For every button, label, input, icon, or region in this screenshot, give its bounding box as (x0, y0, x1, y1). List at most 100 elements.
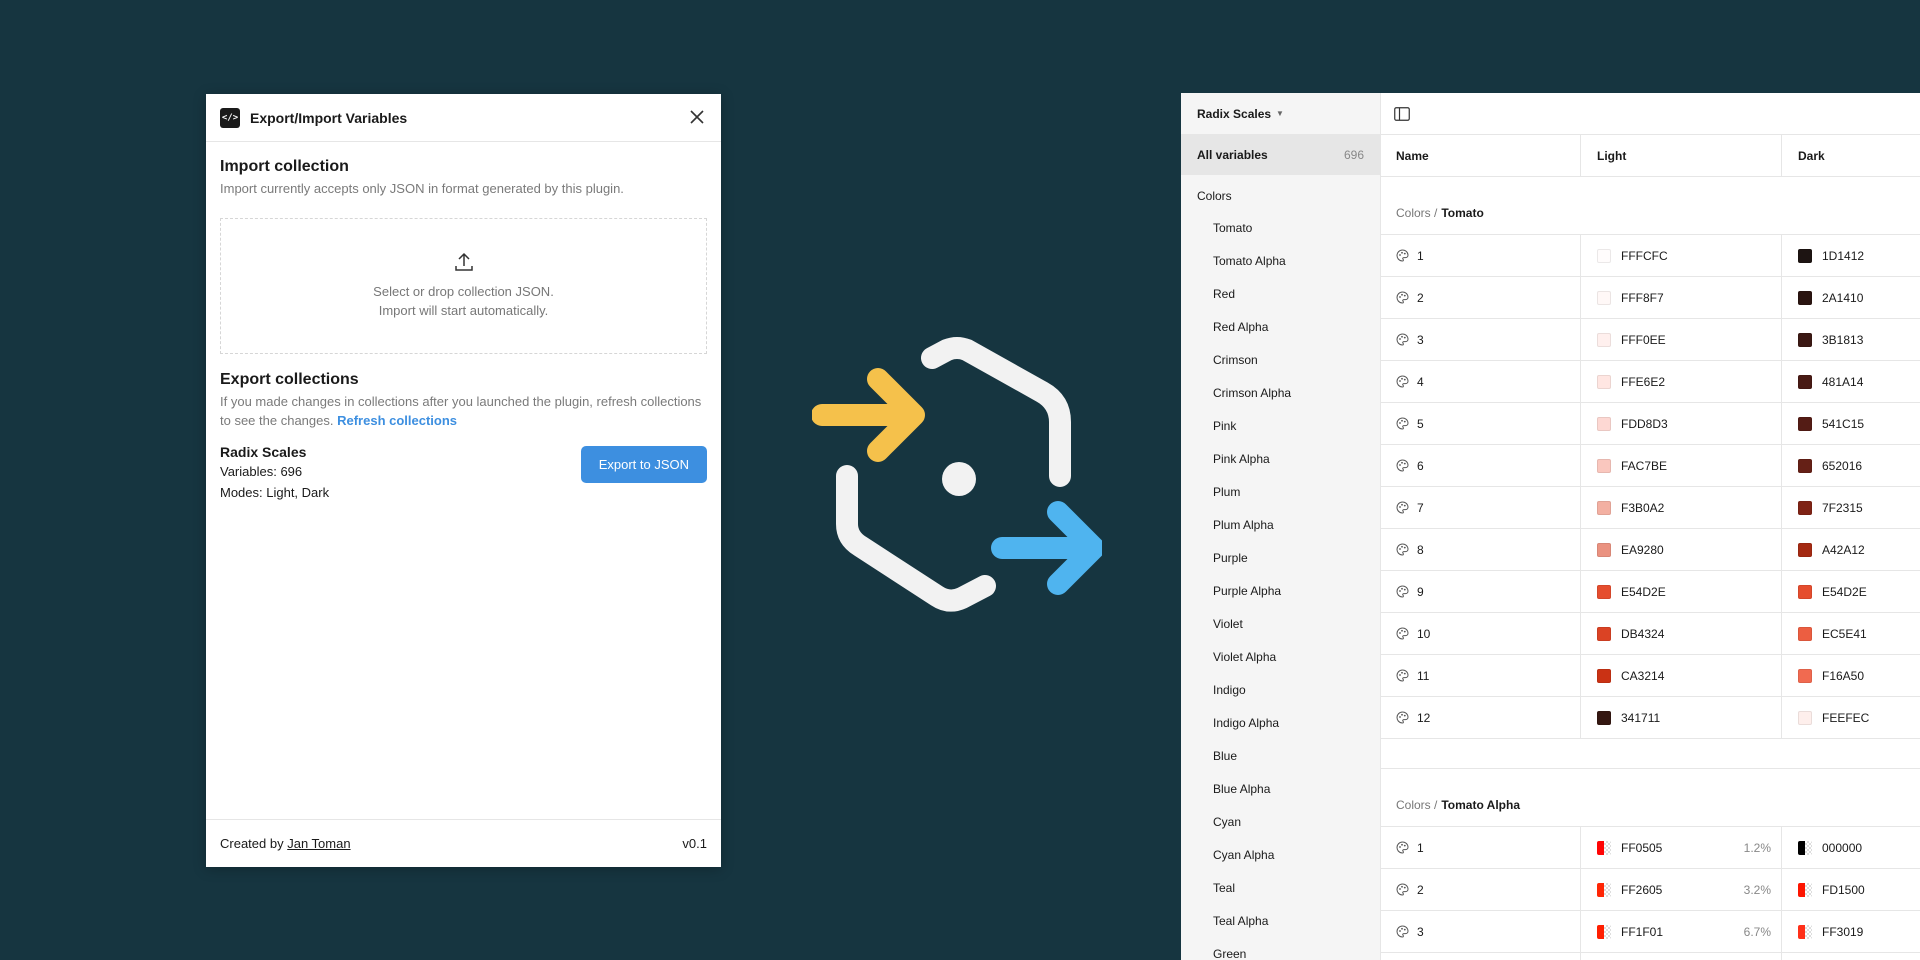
table-row[interactable]: 7 F3B0A2 7F2315 (1380, 487, 1920, 529)
light-value-cell[interactable]: FFF0EE (1581, 319, 1782, 360)
table-row[interactable]: 1 FFFCFC 1D1412 (1380, 235, 1920, 277)
sidebar-group-item[interactable]: Red Alpha (1181, 311, 1380, 344)
sidebar-group-item[interactable]: Pink Alpha (1181, 443, 1380, 476)
column-dark: Dark (1798, 148, 1825, 163)
dark-value-cell[interactable]: FE331C (1782, 953, 1920, 960)
close-icon[interactable] (687, 107, 707, 127)
sidebar-group-item[interactable]: Teal Alpha (1181, 905, 1380, 938)
light-value-cell[interactable]: FFFCFC (1581, 235, 1782, 276)
dark-value-cell[interactable]: FF3019 (1782, 911, 1920, 952)
sidebar-group-item[interactable]: Indigo Alpha (1181, 707, 1380, 740)
table-row[interactable]: 4FF220111.4%FE331C (1380, 953, 1920, 960)
variable-name: 5 (1417, 416, 1424, 431)
sidebar-group-item[interactable]: Blue (1181, 740, 1380, 773)
sidebar-group-item[interactable]: Teal (1181, 872, 1380, 905)
sidebar-group-item[interactable]: Green (1181, 938, 1380, 960)
color-swatch (1597, 710, 1611, 725)
light-value-cell[interactable]: DB4324 (1581, 613, 1782, 654)
dark-value-cell[interactable]: EC5E41 (1782, 613, 1920, 654)
sidebar-group-item[interactable]: Purple (1181, 542, 1380, 575)
sidebar-group-item[interactable]: Violet (1181, 608, 1380, 641)
dark-value-cell[interactable]: 7F2315 (1782, 487, 1920, 528)
author-link[interactable]: Jan Toman (287, 836, 350, 851)
light-value-cell[interactable]: FAC7BE (1581, 445, 1782, 486)
sidebar-group-item[interactable]: Crimson (1181, 344, 1380, 377)
sidebar-group-item[interactable]: Plum Alpha (1181, 509, 1380, 542)
all-variables-item[interactable]: All variables 696 (1181, 134, 1380, 175)
sidebar-group-item[interactable]: Plum (1181, 476, 1380, 509)
dark-hex: 1D1412 (1822, 248, 1865, 263)
hexagon-upper-arc (921, 337, 1071, 487)
dark-value-cell[interactable]: 3B1813 (1782, 319, 1920, 360)
collection-row: Radix Scales Variables: 696 Modes: Light… (220, 444, 707, 502)
collection-dropdown[interactable]: Radix Scales ▼ (1181, 93, 1380, 134)
light-hex: FF2605 (1621, 882, 1663, 897)
table-row[interactable]: 9 E54D2E E54D2E (1380, 571, 1920, 613)
table-row[interactable]: 5 FDD8D3 541C15 (1380, 403, 1920, 445)
color-swatch (1597, 542, 1611, 557)
sidebar-group-item[interactable]: Cyan (1181, 806, 1380, 839)
sidebar-toggle-icon[interactable] (1394, 106, 1410, 121)
sidebar-group-item[interactable]: Tomato Alpha (1181, 245, 1380, 278)
table-row[interactable]: 10 DB4324 EC5E41 (1380, 613, 1920, 655)
variable-name: 1 (1417, 248, 1424, 263)
sidebar-group-item[interactable]: Tomato (1181, 212, 1380, 245)
column-headers: Name Light Dark (1380, 135, 1920, 177)
color-swatch (1798, 542, 1812, 557)
sidebar-group-item[interactable]: Indigo (1181, 674, 1380, 707)
group-root-label[interactable]: Colors (1181, 175, 1380, 208)
export-json-button[interactable]: Export to JSON (580, 446, 707, 483)
dark-value-cell[interactable]: A42A12 (1782, 529, 1920, 570)
dropzone-line-1: Select or drop collection JSON. (373, 284, 554, 299)
sidebar-group-item[interactable]: Blue Alpha (1181, 773, 1380, 806)
light-value-cell[interactable]: FDD8D3 (1581, 403, 1782, 444)
palette-icon (1396, 501, 1409, 514)
refresh-collections-link[interactable]: Refresh collections (337, 413, 457, 428)
table-row[interactable]: 12 341711 FEEFEC (1380, 697, 1920, 739)
dark-value-cell[interactable]: E54D2E (1782, 571, 1920, 612)
light-value-cell[interactable]: FF0505 1.2% (1581, 827, 1782, 868)
dark-value-cell[interactable]: FEEFEC (1782, 697, 1920, 738)
light-value-cell[interactable]: FFE6E2 (1581, 361, 1782, 402)
dark-value-cell[interactable]: 2A1410 (1782, 277, 1920, 318)
light-value-cell[interactable]: F3B0A2 (1581, 487, 1782, 528)
light-value-cell[interactable]: FFF8F7 (1581, 277, 1782, 318)
dark-value-cell[interactable]: 652016 (1782, 445, 1920, 486)
table-row[interactable]: 3 FFF0EE 3B1813 (1380, 319, 1920, 361)
table-row[interactable]: 2 FF2605 3.2% FD1500 (1380, 869, 1920, 911)
table-row[interactable]: 6 FAC7BE 652016 (1380, 445, 1920, 487)
variable-name-cell: 1 (1380, 827, 1581, 868)
variable-name: 3 (1417, 924, 1424, 939)
table-row[interactable]: 2 FFF8F7 2A1410 (1380, 277, 1920, 319)
dark-value-cell[interactable]: 541C15 (1782, 403, 1920, 444)
sidebar-group-item[interactable]: Violet Alpha (1181, 641, 1380, 674)
arrow-right-blue (991, 501, 1102, 595)
sidebar-group-item[interactable]: Crimson Alpha (1181, 377, 1380, 410)
table-row[interactable]: 1 FF0505 1.2% 000000 (1380, 827, 1920, 869)
table-row[interactable]: 3 FF1F01 6.7% FF3019 (1380, 911, 1920, 953)
sidebar-group-item[interactable]: Cyan Alpha (1181, 839, 1380, 872)
light-value-cell[interactable]: FF2605 3.2% (1581, 869, 1782, 910)
dark-value-cell[interactable]: 481A14 (1782, 361, 1920, 402)
dark-value-cell[interactable]: 000000 (1782, 827, 1920, 868)
import-dropzone[interactable]: Select or drop collection JSON. Import w… (220, 218, 707, 354)
light-value-cell[interactable]: EA9280 (1581, 529, 1782, 570)
light-value-cell[interactable]: FF220111.4% (1581, 953, 1782, 960)
variable-name-cell: 7 (1380, 487, 1581, 528)
light-value-cell[interactable]: 341711 (1581, 697, 1782, 738)
dark-value-cell[interactable]: FD1500 (1782, 869, 1920, 910)
color-swatch (1597, 248, 1611, 263)
light-value-cell[interactable]: E54D2E (1581, 571, 1782, 612)
variable-name: 12 (1417, 710, 1431, 725)
sidebar-group-item[interactable]: Red (1181, 278, 1380, 311)
dark-value-cell[interactable]: 1D1412 (1782, 235, 1920, 276)
sidebar-group-item[interactable]: Pink (1181, 410, 1380, 443)
light-value-cell[interactable]: FF1F01 6.7% (1581, 911, 1782, 952)
sidebar-group-item[interactable]: Purple Alpha (1181, 575, 1380, 608)
light-value-cell[interactable]: CA3214 (1581, 655, 1782, 696)
table-row[interactable]: 11 CA3214 F16A50 (1380, 655, 1920, 697)
export-description-text: If you made changes in collections after… (220, 394, 702, 428)
table-row[interactable]: 4 FFE6E2 481A14 (1380, 361, 1920, 403)
table-row[interactable]: 8 EA9280 A42A12 (1380, 529, 1920, 571)
dark-value-cell[interactable]: F16A50 (1782, 655, 1920, 696)
